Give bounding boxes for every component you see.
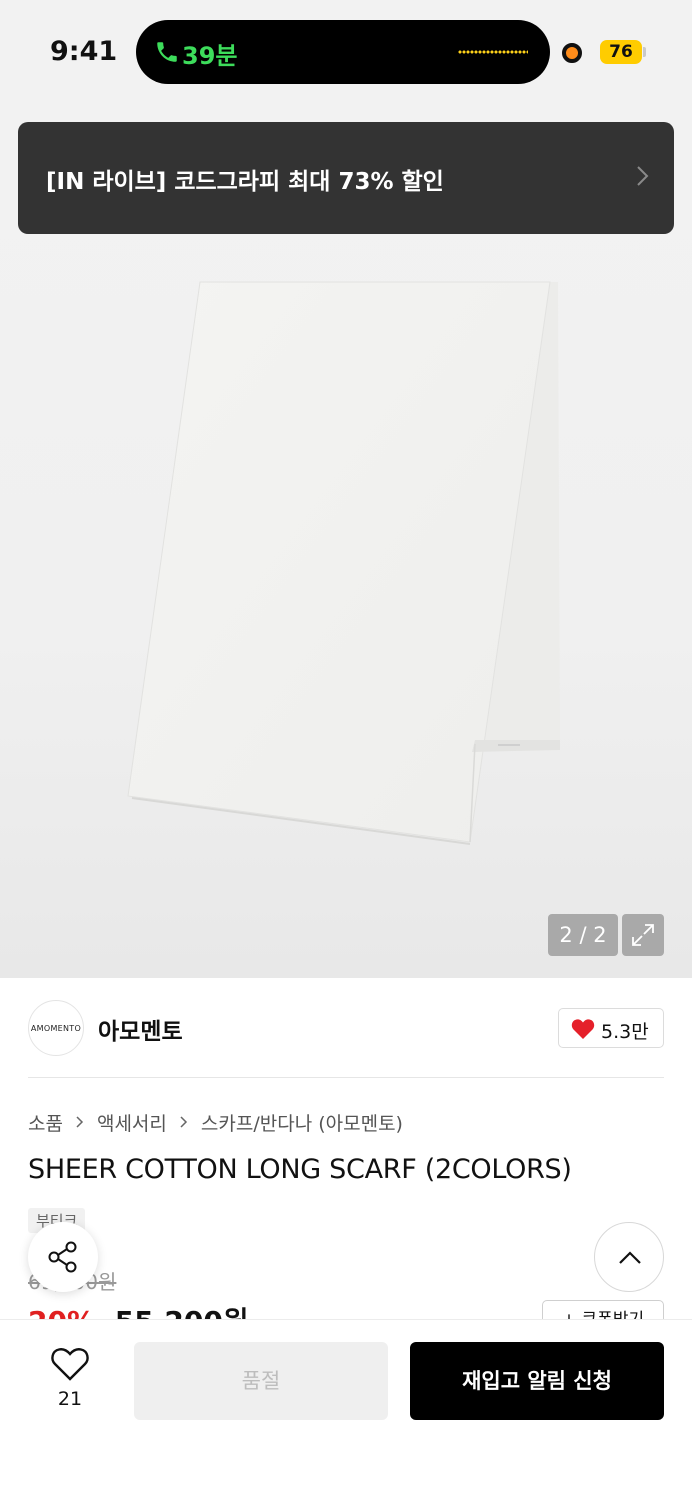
chevron-right-icon [637,166,649,186]
battery-cap-icon [643,47,646,57]
wishlist-count: 21 [57,1388,83,1410]
restock-alert-button[interactable]: 재입고 알림 신청 [410,1342,664,1420]
scroll-to-top-button[interactable] [594,1222,664,1292]
bottom-action-bar: 21 품절 재입고 알림 신청 [0,1319,692,1500]
gallery-page-indicator: 2 / 2 [548,914,618,956]
breadcrumb-item[interactable]: 스카프/반다나 (아모멘토) [201,1109,403,1136]
brand-like-button[interactable]: 5.3만 [558,1008,664,1048]
heart-outline-icon[interactable] [50,1346,90,1382]
promo-banner[interactable]: [IN 라이브] 코드그라피 최대 73% 할인 [18,122,674,234]
divider [28,1077,664,1078]
brand-logo[interactable]: AMOMENTO [28,1000,84,1056]
phone-call-icon [157,42,177,62]
product-image-scarf [127,281,560,845]
expand-icon [632,924,654,946]
recording-indicator-icon [562,43,582,63]
share-button[interactable] [28,1222,98,1292]
call-duration: 39분 [182,42,238,70]
heart-filled-icon [571,1019,595,1039]
share-icon [48,1241,77,1273]
fullscreen-expand-button[interactable] [622,914,664,956]
breadcrumb: 소품 액세서리 스카프/반다나 (아모멘토) [28,1108,403,1136]
promo-banner-text: [IN 라이브] 코드그라피 최대 73% 할인 [46,169,444,195]
product-image-gallery[interactable]: [IN 라이브] 코드그라피 최대 73% 할인 2 / 2 [0,104,692,978]
status-bar: 9:41 39분 76 [0,0,692,104]
battery-level: 76 [600,40,642,64]
chevron-right-icon [76,1116,84,1128]
dynamic-island[interactable]: 39분 [136,20,550,84]
breadcrumb-item[interactable]: 액세서리 [97,1109,167,1136]
status-time: 9:41 [50,36,118,67]
brand-like-count: 5.3만 [601,1021,649,1043]
soldout-button[interactable]: 품절 [134,1342,388,1420]
brand-name[interactable]: 아모멘토 [98,1012,183,1046]
chevron-right-icon [180,1116,187,1128]
chevron-up-icon [619,1251,641,1264]
breadcrumb-item[interactable]: 소품 [28,1109,63,1136]
audio-waveform-icon [458,49,528,55]
product-title: SHEER COTTON LONG SCARF (2COLORS) [28,1154,572,1185]
